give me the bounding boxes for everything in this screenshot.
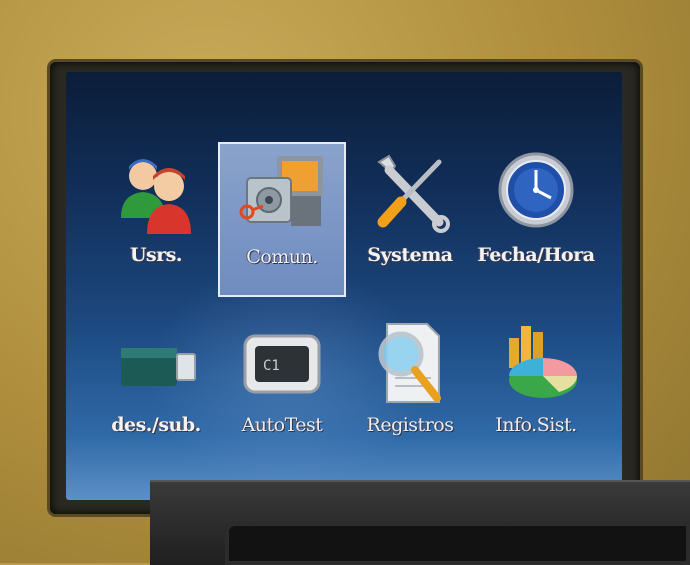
main-menu-screen: Usrs. Comun. Systema Fecha/Hora des./sub… bbox=[66, 72, 622, 500]
menu-item-communication[interactable]: Comun. bbox=[218, 142, 346, 297]
menu-item-label: des./sub. bbox=[111, 414, 201, 436]
menu-item-label: Registros bbox=[366, 414, 454, 436]
menu-item-label: Fecha/Hora bbox=[477, 244, 595, 266]
records-search-icon bbox=[378, 323, 441, 403]
foreground-device-edge bbox=[150, 480, 690, 565]
communication-icon bbox=[239, 156, 323, 226]
menu-item-label: AutoTest bbox=[241, 414, 323, 436]
menu-item-records[interactable]: Registros bbox=[346, 312, 474, 467]
system-info-chart-icon bbox=[509, 326, 578, 398]
menu-item-users[interactable]: Usrs. bbox=[92, 142, 220, 297]
tools-icon bbox=[377, 154, 450, 233]
menu-grid: Usrs. Comun. Systema Fecha/Hora des./sub… bbox=[66, 72, 622, 500]
users-icon bbox=[121, 159, 191, 234]
autotest-icon: C1 bbox=[243, 334, 321, 394]
menu-item-system-info[interactable]: Info.Sist. bbox=[472, 312, 600, 467]
menu-item-label: Systema bbox=[367, 244, 453, 266]
menu-item-label: Comun. bbox=[246, 246, 318, 268]
menu-item-label: Info.Sist. bbox=[495, 414, 577, 436]
svg-text:C1: C1 bbox=[263, 358, 280, 374]
menu-item-label: Usrs. bbox=[129, 244, 183, 266]
device-casing: Usrs. Comun. Systema Fecha/Hora des./sub… bbox=[0, 0, 690, 565]
usb-drive-icon bbox=[121, 348, 196, 386]
menu-item-date-time[interactable]: Fecha/Hora bbox=[472, 142, 600, 297]
clock-icon bbox=[498, 152, 574, 228]
foreground-device-screen bbox=[225, 522, 690, 565]
menu-item-download-upload[interactable]: des./sub. bbox=[92, 312, 220, 467]
menu-item-system[interactable]: Systema bbox=[346, 142, 474, 297]
menu-item-autotest[interactable]: C1 AutoTest bbox=[218, 312, 346, 467]
